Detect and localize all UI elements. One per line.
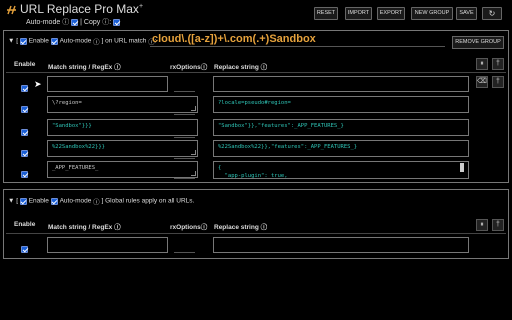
info-icon: ⓘ — [62, 19, 70, 26]
replace-field[interactable]: ?locale=pseudo#region= — [213, 96, 469, 113]
col-match: Match string / RegEx ⓘ — [48, 64, 121, 71]
col-replace: Replace string ⓘ — [214, 64, 268, 71]
match-field[interactable] — [47, 237, 168, 253]
new-group-button[interactable]: NEW GROUP — [411, 7, 453, 20]
group-enable-checkbox[interactable] — [19, 197, 27, 205]
rx-options-field[interactable] — [174, 158, 195, 159]
replace-field[interactable] — [213, 237, 469, 253]
add-rule-icon[interactable]: † — [492, 219, 504, 231]
save-button[interactable]: SAVE — [456, 7, 477, 20]
rx-options-field[interactable] — [174, 178, 195, 179]
match-field[interactable]: %22Sandbox%22}}} — [47, 140, 198, 157]
divider — [6, 233, 506, 234]
rule-enable-checkbox[interactable] — [21, 241, 30, 254]
collapse-toggle[interactable]: ▼ — [8, 38, 14, 45]
auto-mode-checkbox[interactable] — [71, 18, 79, 26]
header-options: Auto-mode ⓘ | Copy ⓘ: — [26, 17, 121, 27]
mouse-cursor: ➤ — [34, 79, 42, 89]
info-icon: ⓘ — [93, 199, 100, 206]
group-auto-mode-checkbox[interactable] — [50, 37, 58, 45]
collapse-toggle[interactable]: ▼ — [8, 198, 14, 205]
col-replace: Replace string ⓘ — [214, 224, 268, 231]
scrollbar-thumb[interactable] — [460, 163, 464, 172]
group-enable-checkbox[interactable] — [19, 37, 27, 45]
import-button[interactable]: IMPORT — [345, 7, 372, 20]
replace-field[interactable]: "Sandbox"}},"features":_APP_FEATURES_} — [213, 119, 469, 136]
rule-enable-checkbox[interactable] — [21, 101, 30, 114]
match-field[interactable]: \?region= — [47, 96, 198, 113]
copy-checkbox[interactable] — [113, 18, 121, 26]
group-header: ▼ [ Enable Auto-mode ⓘ ] Global rules ap… — [8, 197, 195, 206]
pause-icon[interactable]: ⏸ — [476, 219, 488, 231]
rx-options-field[interactable] — [174, 137, 195, 138]
col-options: rxOptionsⓘ — [170, 224, 208, 231]
replace-field[interactable]: %22Sandbox%22}},"features":_APP_FEATURES… — [213, 140, 469, 157]
delete-icon[interactable]: ⌫ — [476, 76, 488, 88]
group-auto-mode-checkbox[interactable] — [50, 197, 58, 205]
col-match: Match string / RegEx ⓘ — [48, 224, 121, 231]
remove-group-button[interactable]: REMOVE GROUP — [452, 36, 504, 49]
rx-options-field[interactable] — [174, 91, 195, 92]
rx-options-field[interactable] — [174, 114, 195, 115]
match-field[interactable]: "Sandbox"}}} — [47, 119, 198, 136]
add-rule-icon[interactable]: † — [492, 76, 504, 88]
header-bar: URL Replace Pro Max+ Auto-mode ⓘ | Copy … — [0, 0, 512, 30]
divider — [6, 72, 506, 73]
refresh-icon[interactable]: ↻ — [482, 7, 502, 20]
rx-options-field[interactable] — [174, 252, 195, 253]
rule-enable-checkbox[interactable] — [21, 145, 30, 158]
url-match-input[interactable]: cloud\.([a-z])+\.com(.+)Sandbox — [152, 33, 316, 45]
add-rule-icon[interactable]: † — [492, 58, 504, 70]
export-button[interactable]: EXPORT — [377, 7, 405, 20]
app-title: URL Replace Pro Max+ — [20, 2, 144, 16]
col-enable: Enable — [14, 221, 36, 228]
col-enable: Enable — [14, 61, 36, 68]
pause-icon[interactable]: ⏸ — [476, 58, 488, 70]
replace-field[interactable] — [213, 76, 469, 92]
replace-field[interactable]: { "app-plugin": true, — [213, 161, 469, 179]
rule-enable-checkbox[interactable] — [21, 124, 30, 137]
rule-enable-checkbox[interactable] — [21, 166, 30, 179]
match-field[interactable] — [47, 76, 168, 92]
reset-button[interactable]: RESET — [314, 7, 338, 20]
col-options: rxOptionsⓘ — [170, 64, 208, 71]
rule-enable-checkbox[interactable] — [21, 80, 30, 93]
url-match-underline — [150, 46, 445, 47]
group-header: ▼ [ Enable Auto-mode ⓘ ] on URL match ⓘ: — [8, 37, 157, 46]
match-field[interactable]: _APP_FEATURES_ — [47, 161, 198, 178]
logo-icon — [6, 4, 18, 16]
info-icon: ⓘ — [93, 39, 100, 46]
